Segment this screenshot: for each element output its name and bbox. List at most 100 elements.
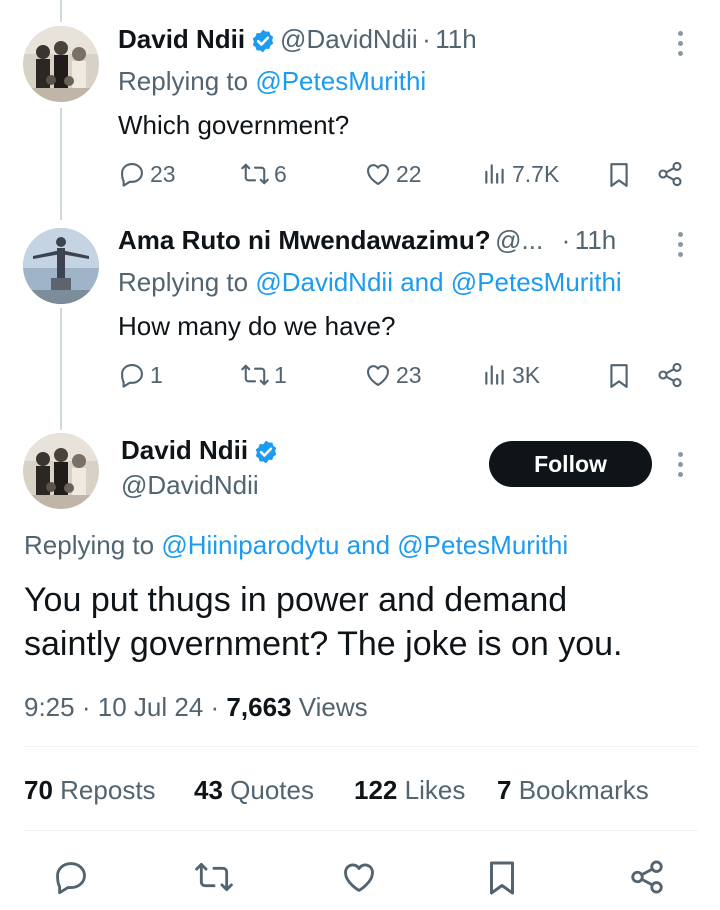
reply-button[interactable]: 1 [118, 361, 163, 389]
separator: · [210, 692, 220, 722]
reply-icon [121, 163, 143, 187]
like-button[interactable] [340, 858, 378, 901]
author-name-row: David Ndii [121, 435, 279, 470]
share-icon [658, 362, 682, 388]
views-button[interactable]: 3K [482, 361, 540, 389]
separator: · [81, 692, 91, 722]
replying-prefix: Replying to [118, 66, 249, 96]
like-icon [344, 863, 374, 892]
separator: · [561, 225, 571, 255]
views-button[interactable]: 7.7K [482, 160, 559, 188]
bookmark-icon [490, 861, 514, 895]
author-handle[interactable]: @... [495, 225, 543, 255]
bookmark-icon [610, 163, 628, 187]
bookmarks-count: 7 [497, 775, 512, 805]
tweet-meta: 9:25 · 10 Jul 24 · 7,663 Views [24, 692, 368, 723]
tweet-text: How many do we have? [118, 311, 396, 341]
replying-to-link[interactable]: @DavidNdii and @PetesMurithi [255, 267, 621, 297]
share-button[interactable] [656, 160, 684, 188]
avatar[interactable] [23, 228, 99, 304]
avatar[interactable] [23, 433, 99, 509]
tweet-text: Which government? [118, 110, 350, 140]
separator: · [422, 24, 431, 54]
views-count: 7,663 [226, 692, 292, 722]
share-button[interactable] [656, 361, 684, 389]
author-handle[interactable]: @DavidNdii [280, 24, 418, 54]
bookmark-button[interactable] [606, 361, 632, 391]
bookmarks-stat[interactable]: 7 Bookmarks [497, 775, 649, 806]
author-name[interactable]: David Ndii [121, 435, 248, 465]
thread-line-1 [60, 108, 62, 220]
like-count: 23 [396, 361, 422, 388]
avatar-photo-icon [23, 26, 99, 102]
likes-label: Likes [404, 775, 466, 805]
tweet-header: Ama Ruto ni Mwendawazimu? @... · 11h [118, 225, 678, 256]
share-button[interactable] [628, 858, 666, 901]
follow-button[interactable]: Follow [489, 441, 652, 487]
like-icon [367, 164, 389, 185]
avatar-photo-icon [23, 228, 99, 304]
avatar[interactable] [23, 26, 99, 102]
like-icon [367, 365, 389, 386]
divider [24, 746, 698, 747]
more-icon[interactable] [676, 31, 686, 61]
likes-count: 122 [354, 775, 398, 805]
repost-button[interactable] [193, 858, 235, 901]
bookmarks-label: Bookmarks [518, 775, 649, 805]
reply-count: 1 [150, 361, 163, 388]
likes-stat[interactable]: 122 Likes [354, 775, 465, 806]
replying-prefix: Replying to [118, 267, 249, 297]
divider [24, 830, 698, 831]
share-icon [631, 860, 663, 894]
views-count: 3K [512, 361, 541, 388]
author-handle[interactable]: @DavidNdii [121, 470, 259, 501]
verified-icon [250, 28, 276, 59]
reposts-label: Reposts [60, 775, 156, 805]
like-count: 22 [396, 160, 422, 187]
reply-button[interactable] [52, 858, 90, 901]
views-count: 7.7K [512, 160, 560, 187]
quotes-stat[interactable]: 43 Quotes [194, 775, 314, 806]
views-label: Views [298, 692, 368, 722]
repost-count: 1 [274, 361, 287, 388]
more-icon[interactable] [676, 452, 686, 482]
views-icon [485, 164, 504, 184]
main-tweet-text: You put thugs in power and demand saintl… [24, 581, 623, 663]
verified-icon [253, 439, 279, 470]
repost-button[interactable]: 1 [240, 361, 287, 389]
author-name[interactable]: Ama Ruto ni Mwendawazimu? [118, 225, 491, 255]
repost-count: 6 [274, 160, 287, 187]
tweet-time[interactable]: 9:25 [24, 692, 75, 722]
repost-icon [241, 163, 269, 185]
repost-button[interactable]: 6 [240, 160, 287, 188]
replying-to: Replying to @DavidNdii and @PetesMurithi [118, 267, 622, 298]
reposts-stat[interactable]: 70 Reposts [24, 775, 156, 806]
reposts-count: 70 [24, 775, 53, 805]
replying-to: Replying to @PetesMurithi [118, 66, 426, 97]
reply-button[interactable]: 23 [118, 160, 176, 188]
more-icon[interactable] [676, 232, 686, 262]
tweet-date[interactable]: 10 Jul 24 [98, 692, 204, 722]
bookmark-button[interactable] [484, 858, 520, 903]
tweet-actions: 23 6 22 7.7K [118, 160, 688, 194]
thread-line-2 [60, 308, 62, 430]
views-icon [485, 365, 504, 385]
bookmark-button[interactable] [606, 160, 632, 190]
quotes-label: Quotes [230, 775, 314, 805]
replying-prefix: Replying to [24, 530, 155, 560]
timestamp[interactable]: 11h [575, 225, 616, 255]
bookmark-icon [610, 364, 628, 388]
repost-icon [241, 364, 269, 386]
reply-icon [56, 862, 86, 895]
reply-icon [121, 364, 143, 388]
replying-to: Replying to @Hiiniparodytu and @PetesMur… [24, 530, 568, 561]
reply-count: 23 [150, 160, 176, 187]
replying-to-link[interactable]: @Hiiniparodytu and @PetesMurithi [161, 530, 568, 560]
author-name[interactable]: David Ndii [118, 24, 245, 54]
like-button[interactable]: 23 [364, 361, 422, 389]
timestamp[interactable]: 11h [435, 24, 476, 54]
like-button[interactable]: 22 [364, 160, 422, 188]
quotes-count: 43 [194, 775, 223, 805]
repost-icon [195, 862, 233, 892]
replying-to-link[interactable]: @PetesMurithi [255, 66, 426, 96]
